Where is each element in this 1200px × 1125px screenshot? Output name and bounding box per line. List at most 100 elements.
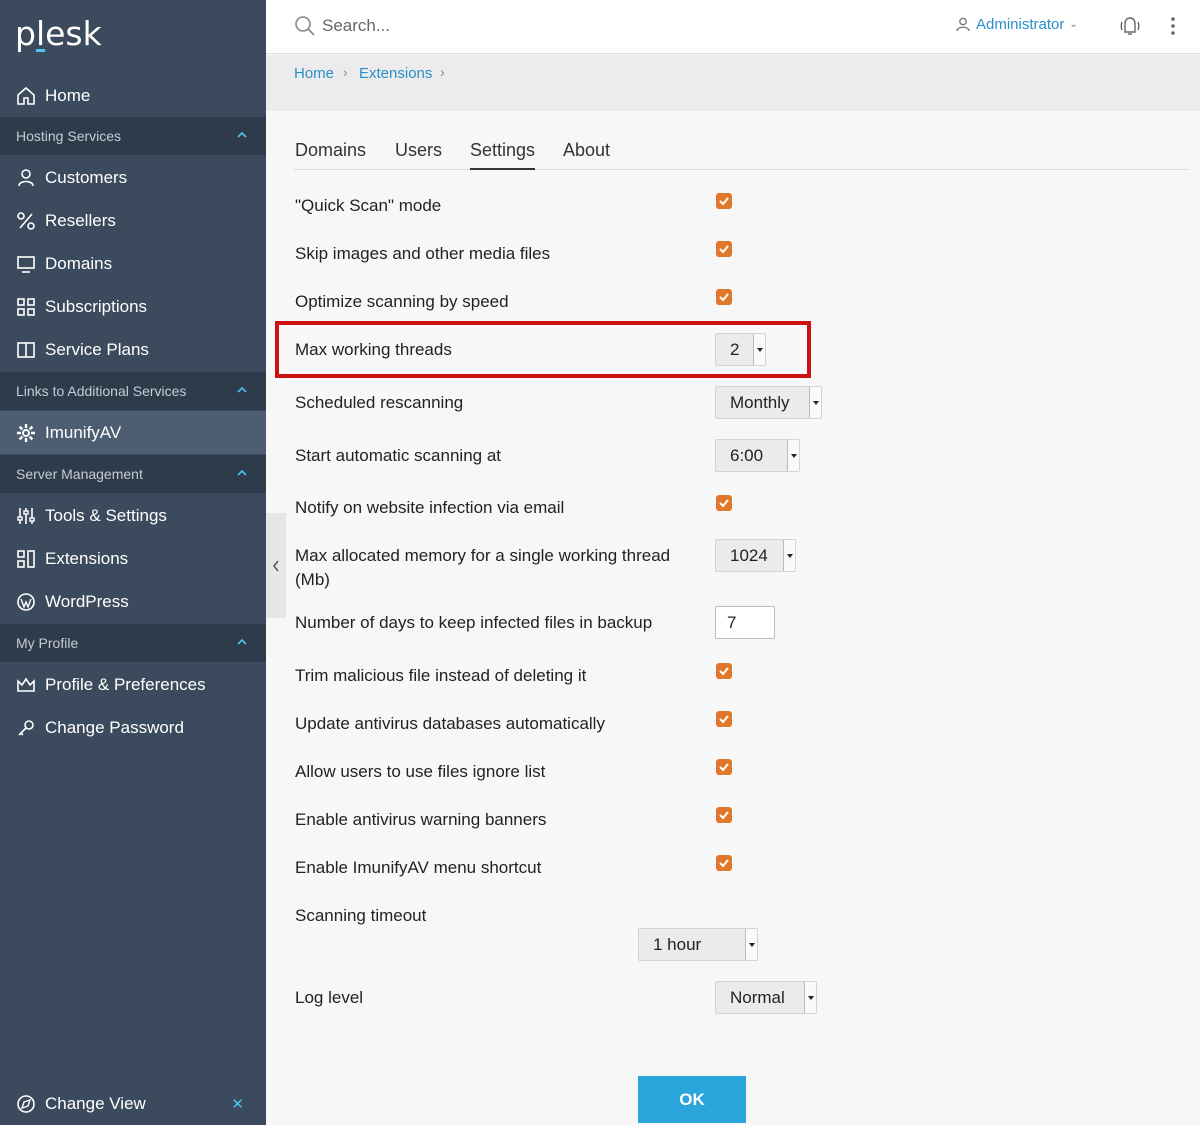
topbar: Administrator ⌄ (266, 0, 1200, 54)
sidebar-item-label: Resellers (45, 210, 116, 230)
sidebar-item-label: WordPress (45, 591, 129, 611)
group-label: Hosting Services (16, 128, 122, 144)
days-backup-input[interactable]: 7 (715, 606, 775, 639)
group-label: Links to Additional Services (16, 383, 187, 399)
sidebar-item-label: ImunifyAV (45, 422, 122, 442)
setting-label: Optimize scanning by speed (295, 292, 509, 311)
group-server-management[interactable]: Server Management (0, 455, 266, 493)
scan-timeout-select[interactable]: 1 hour (638, 928, 758, 961)
change-view-label: Change View (45, 1094, 146, 1113)
sliders-icon (16, 506, 36, 526)
sidebar-item-label: Subscriptions (45, 296, 148, 316)
key-icon (16, 718, 36, 738)
user-name: Administrator (976, 16, 1065, 33)
check-icon (719, 499, 729, 508)
check-icon (719, 859, 729, 868)
home-icon (16, 86, 36, 106)
sidebar-item-home[interactable]: Home (0, 74, 266, 117)
group-links-additional-services[interactable]: Links to Additional Services (0, 372, 266, 410)
chevron-up-icon (237, 386, 247, 393)
setting-label: Allow users to use files ignore list (295, 762, 546, 781)
sidebar: plesk Home Hosting Services Customers Re… (0, 0, 266, 1125)
breadcrumb-home[interactable]: Home (294, 65, 334, 82)
select-value: Monthly (730, 392, 790, 412)
dropdown-arrow-icon (783, 540, 795, 571)
sidebar-item-label: Home (45, 85, 91, 105)
crown-icon (16, 675, 36, 695)
search-input[interactable] (322, 13, 722, 39)
grid-icon (16, 297, 36, 317)
setting-label: Update antivirus databases automatically (295, 714, 605, 733)
wordpress-icon (16, 592, 36, 612)
more-options-icon[interactable] (1168, 14, 1178, 38)
setting-label: Enable ImunifyAV menu shortcut (295, 858, 542, 877)
sidebar-item-label: Tools & Settings (45, 505, 167, 525)
notify-email-checkbox[interactable] (716, 495, 732, 511)
check-icon (719, 197, 729, 206)
scheduled-rescanning-select[interactable]: Monthly (715, 386, 822, 419)
chevron-up-icon (237, 469, 247, 476)
group-hosting-services[interactable]: Hosting Services (0, 117, 266, 155)
menu-shortcut-checkbox[interactable] (716, 855, 732, 871)
ok-button[interactable]: OK (638, 1076, 746, 1123)
sidebar-item-profile-preferences[interactable]: Profile & Preferences (0, 663, 266, 706)
log-level-select[interactable]: Normal (715, 981, 817, 1014)
optimize-speed-checkbox[interactable] (716, 289, 732, 305)
dropdown-arrow-icon (804, 982, 816, 1013)
sidebar-item-subscriptions[interactable]: Subscriptions (0, 285, 266, 328)
start-time-select[interactable]: 6:00 (715, 439, 800, 472)
tab-settings[interactable]: Settings (470, 140, 536, 170)
max-memory-select[interactable]: 1024 (715, 539, 796, 572)
sidebar-item-label: Change Password (45, 717, 184, 737)
max-threads-select[interactable]: 2 (715, 333, 766, 366)
gear-icon (16, 423, 36, 443)
sidebar-item-label: Domains (45, 253, 113, 273)
tab-users[interactable]: Users (395, 140, 442, 170)
select-value: 2 (730, 339, 740, 359)
compass-icon (16, 1094, 36, 1114)
sidebar-item-change-password[interactable]: Change Password (0, 706, 266, 749)
chevron-left-icon (273, 560, 279, 571)
user-icon (16, 168, 36, 188)
skip-media-checkbox[interactable] (716, 241, 732, 257)
dropdown-arrow-icon (809, 387, 821, 418)
breadcrumb: Home › Extensions › (266, 55, 1200, 111)
sidebar-item-wordpress[interactable]: WordPress (0, 580, 266, 623)
sidebar-item-tools-settings[interactable]: Tools & Settings (0, 494, 266, 537)
setting-label: Max allocated memory for a single workin… (295, 546, 671, 589)
notification-bell-icon[interactable] (1118, 14, 1142, 38)
sidebar-item-imunifyav[interactable]: ImunifyAV (0, 411, 266, 454)
sidebar-item-service-plans[interactable]: Service Plans (0, 328, 266, 371)
user-menu[interactable]: Administrator ⌄ (956, 16, 1078, 33)
extensions-icon (16, 549, 36, 569)
update-db-checkbox[interactable] (716, 711, 732, 727)
sidebar-item-label: Profile & Preferences (45, 674, 206, 694)
sidebar-item-customers[interactable]: Customers (0, 156, 266, 199)
check-icon (719, 811, 729, 820)
close-icon[interactable]: ✕ (231, 1095, 244, 1113)
setting-label: Number of days to keep infected files in… (295, 613, 653, 632)
tab-bar: Domains Users Settings About (294, 138, 1189, 170)
sidebar-item-extensions[interactable]: Extensions (0, 537, 266, 580)
ignore-list-checkbox[interactable] (716, 759, 732, 775)
group-my-profile[interactable]: My Profile (0, 624, 266, 662)
change-view-button[interactable]: Change View ✕ (0, 1083, 266, 1125)
select-value: 1 hour (653, 934, 702, 954)
trim-malicious-checkbox[interactable] (716, 663, 732, 679)
warning-banners-checkbox[interactable] (716, 807, 732, 823)
tab-domains[interactable]: Domains (295, 140, 366, 170)
quick-scan-checkbox[interactable] (716, 193, 732, 209)
sidebar-item-resellers[interactable]: Resellers (0, 199, 266, 242)
setting-label: Skip images and other media files (295, 244, 551, 263)
percent-icon (16, 211, 36, 231)
chevron-up-icon (237, 131, 247, 138)
setting-label: Scheduled rescanning (295, 393, 464, 412)
plesk-logo[interactable]: plesk (15, 14, 102, 53)
sidebar-collapse-handle[interactable] (266, 513, 286, 618)
dropdown-arrow-icon (787, 440, 799, 471)
sidebar-item-domains[interactable]: Domains (0, 242, 266, 285)
tab-about[interactable]: About (563, 140, 610, 170)
breadcrumb-extensions[interactable]: Extensions (359, 65, 432, 82)
setting-label: Start automatic scanning at (295, 446, 502, 465)
select-value: 6:00 (730, 445, 764, 465)
